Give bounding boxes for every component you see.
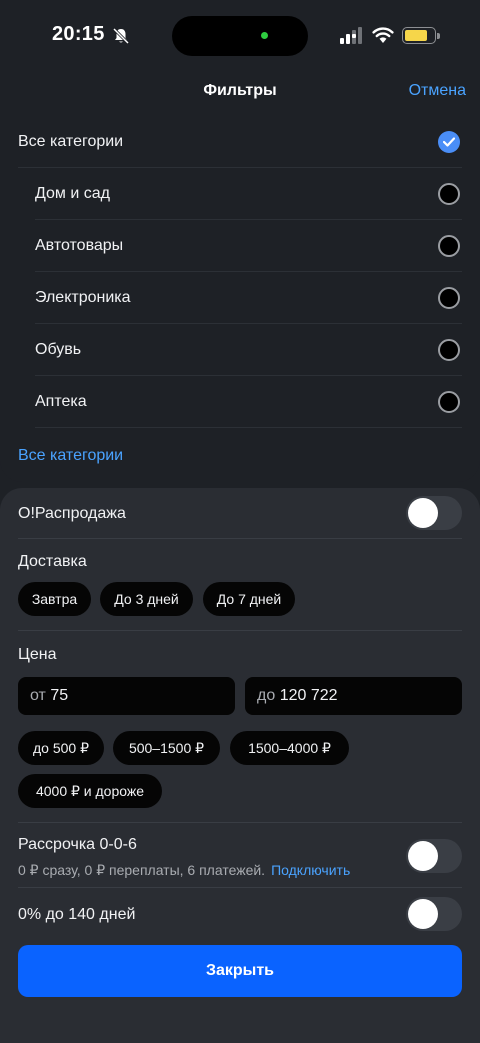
price-label: Цена: [18, 646, 57, 663]
sale-toggle[interactable]: [406, 496, 462, 530]
toggle-knob: [408, 498, 438, 528]
category-label: Автотовары: [35, 237, 124, 254]
installment-toggle[interactable]: [406, 839, 462, 873]
cancel-button[interactable]: Отмена: [409, 82, 466, 100]
divider: [35, 427, 462, 428]
sale-label: О!Распродажа: [18, 505, 126, 522]
category-row[interactable]: Электроника: [0, 272, 480, 324]
zero-percent-toggle[interactable]: [406, 897, 462, 931]
price-to-input[interactable]: до 120 722: [245, 677, 462, 715]
toggle-knob: [408, 841, 438, 871]
delivery-chip-tomorrow[interactable]: Завтра: [18, 582, 91, 616]
category-label: Обувь: [35, 341, 82, 358]
header: Фильтры Отмена: [0, 70, 480, 114]
toggle-knob: [408, 899, 438, 929]
category-row[interactable]: Аптека: [0, 376, 480, 428]
price-from-input[interactable]: от 75: [18, 677, 235, 715]
battery-level: [405, 30, 427, 41]
category-label: Электроника: [35, 289, 131, 306]
price-chip-over-4000[interactable]: 4000 ₽ и дороже: [18, 774, 162, 808]
installment-label: Рассрочка 0-0-6: [18, 836, 137, 853]
price-from-value: 75: [50, 687, 69, 704]
price-to-value: 120 722: [279, 687, 338, 704]
close-button[interactable]: Закрыть: [18, 945, 462, 997]
battery-icon: [402, 27, 440, 44]
installment-description-text: 0 ₽ сразу, 0 ₽ переплаты, 6 платежей.: [18, 862, 266, 878]
category-label: Все категории: [18, 133, 124, 150]
price-chip-500-1500[interactable]: 500–1500 ₽: [113, 731, 220, 765]
bell-slash-icon: [112, 27, 130, 45]
category-row-all[interactable]: Все категории: [0, 116, 480, 168]
divider: [18, 538, 462, 539]
status-bar: 20:15: [0, 0, 480, 70]
camera-indicator-icon: [261, 32, 268, 39]
radio-button[interactable]: [438, 391, 460, 413]
checkmark-icon[interactable]: [438, 131, 460, 153]
all-categories-link[interactable]: Все категории: [18, 447, 123, 465]
divider: [18, 822, 462, 823]
signal-icon: [340, 27, 362, 44]
price-from-prefix: от: [30, 687, 51, 704]
divider: [18, 630, 462, 631]
radio-button[interactable]: [438, 235, 460, 257]
divider: [18, 887, 462, 888]
filters-screen: 20:15 Фильтры Отмена Все категории Дом и…: [0, 0, 480, 1043]
installment-description: 0 ₽ сразу, 0 ₽ переплаты, 6 платежей. Под…: [18, 862, 350, 879]
dynamic-island: [172, 16, 308, 56]
category-row[interactable]: Автотовары: [0, 220, 480, 272]
filters-panel: О!Распродажа Доставка Завтра До 3 дней Д…: [0, 488, 480, 1043]
category-label: Дом и сад: [35, 185, 110, 202]
price-to-prefix: до: [257, 687, 280, 704]
delivery-chip-7-days[interactable]: До 7 дней: [203, 582, 295, 616]
categories-section: Все категории Дом и сад Автотовары Элект…: [0, 114, 480, 482]
installment-connect-link[interactable]: Подключить: [271, 862, 350, 878]
price-chip-1500-4000[interactable]: 1500–4000 ₽: [230, 731, 349, 765]
radio-button[interactable]: [438, 287, 460, 309]
price-chip-under-500[interactable]: до 500 ₽: [18, 731, 104, 765]
delivery-chip-3-days[interactable]: До 3 дней: [100, 582, 193, 616]
battery-cap: [437, 33, 440, 39]
category-row[interactable]: Дом и сад: [0, 168, 480, 220]
category-row[interactable]: Обувь: [0, 324, 480, 376]
wifi-icon: [372, 27, 394, 43]
radio-button[interactable]: [438, 339, 460, 361]
category-label: Аптека: [35, 393, 87, 410]
radio-button[interactable]: [438, 183, 460, 205]
delivery-label: Доставка: [18, 553, 87, 570]
status-time: 20:15: [52, 23, 105, 45]
zero-percent-label: 0% до 140 дней: [18, 906, 136, 923]
